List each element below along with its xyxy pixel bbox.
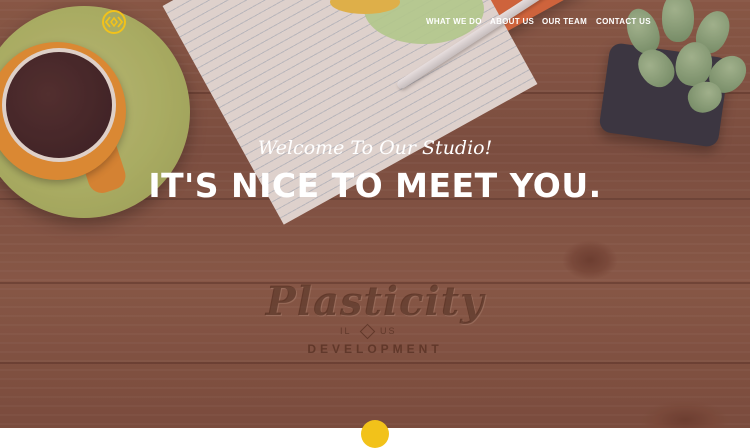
- nav-what-we-do[interactable]: WHAT WE DO: [426, 17, 482, 26]
- nav-our-team[interactable]: OUR TEAM: [542, 17, 587, 26]
- engraved-right: US: [380, 326, 397, 336]
- nav-contact-us[interactable]: CONTACT US: [596, 17, 651, 26]
- hero-subheading: Welcome To Our Studio!: [257, 137, 493, 159]
- hero-background: Plasticity IL US DEVELOPMENT: [0, 0, 750, 428]
- hero-overlay: [0, 0, 750, 428]
- engraved-left: IL: [340, 326, 352, 336]
- nav-about-us[interactable]: ABOUT US: [490, 17, 534, 26]
- scroll-down-button[interactable]: [361, 420, 389, 448]
- engraved-bottom: DEVELOPMENT: [307, 342, 443, 356]
- hero-heading: IT'S NICE TO MEET YOU.: [148, 166, 602, 205]
- engraved-name: Plasticity: [265, 278, 485, 325]
- main-nav: WHAT WE DO ABOUT US OUR TEAM CONTACT US: [0, 17, 750, 29]
